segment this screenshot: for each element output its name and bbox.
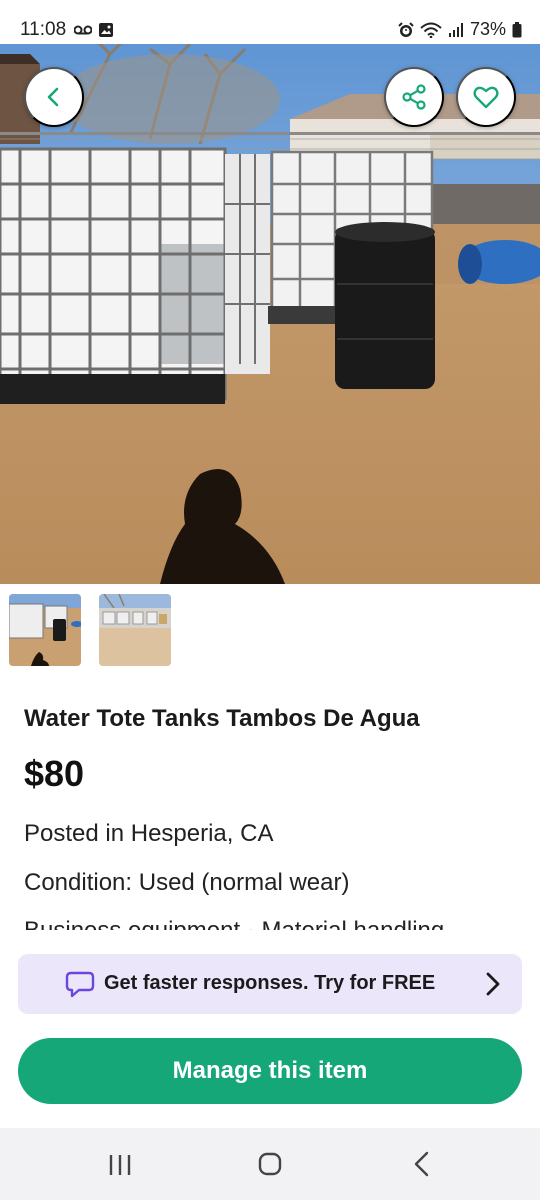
voicemail-icon <box>74 25 92 35</box>
status-bar: 11:08 73% <box>0 0 540 44</box>
system-nav-bar <box>0 1128 540 1200</box>
promo-text: Get faster responses. Try for FREE <box>104 972 436 994</box>
battery-percent: 73% <box>469 19 506 39</box>
image-icon <box>99 23 113 37</box>
status-time: 11:08 <box>20 19 67 40</box>
manage-item-button[interactable]: Manage this item <box>18 1038 522 1104</box>
back-icon[interactable] <box>412 1151 432 1177</box>
listing-photo[interactable] <box>0 44 540 584</box>
back-button[interactable] <box>24 67 84 127</box>
signal-icon <box>448 22 463 37</box>
listing-category-container: Business equipment · Material handling <box>24 910 524 930</box>
status-right: 73% <box>398 19 522 40</box>
thumbnail-image <box>99 594 171 666</box>
thumbnail-image <box>9 594 81 666</box>
photo-thumbnail[interactable] <box>9 594 81 666</box>
recent-apps-icon[interactable] <box>108 1154 132 1176</box>
heart-icon <box>473 86 499 109</box>
listing-category: Business equipment · Material handling <box>24 917 444 930</box>
favorite-button[interactable] <box>456 67 516 127</box>
alarm-icon <box>398 21 414 37</box>
chat-bubble-icon <box>65 971 95 998</box>
home-icon[interactable] <box>258 1152 282 1176</box>
status-left-icons <box>74 22 114 38</box>
chevron-right-icon <box>486 972 500 996</box>
photo-thumbnail[interactable] <box>99 594 171 666</box>
battery-icon <box>512 21 522 37</box>
listing-condition: Condition: Used (normal wear) <box>24 869 350 896</box>
share-button[interactable] <box>384 67 444 127</box>
listing-location: Posted in Hesperia, CA <box>24 820 274 847</box>
back-arrow-icon <box>47 87 59 107</box>
listing-title: Water Tote Tanks Tambos De Agua <box>24 705 420 732</box>
listing-photo-image <box>0 44 540 584</box>
wifi-icon <box>420 22 442 38</box>
listing-price: $80 <box>24 753 85 794</box>
promo-banner[interactable]: Get faster responses. Try for FREE <box>18 954 522 1014</box>
share-icon <box>402 84 426 110</box>
